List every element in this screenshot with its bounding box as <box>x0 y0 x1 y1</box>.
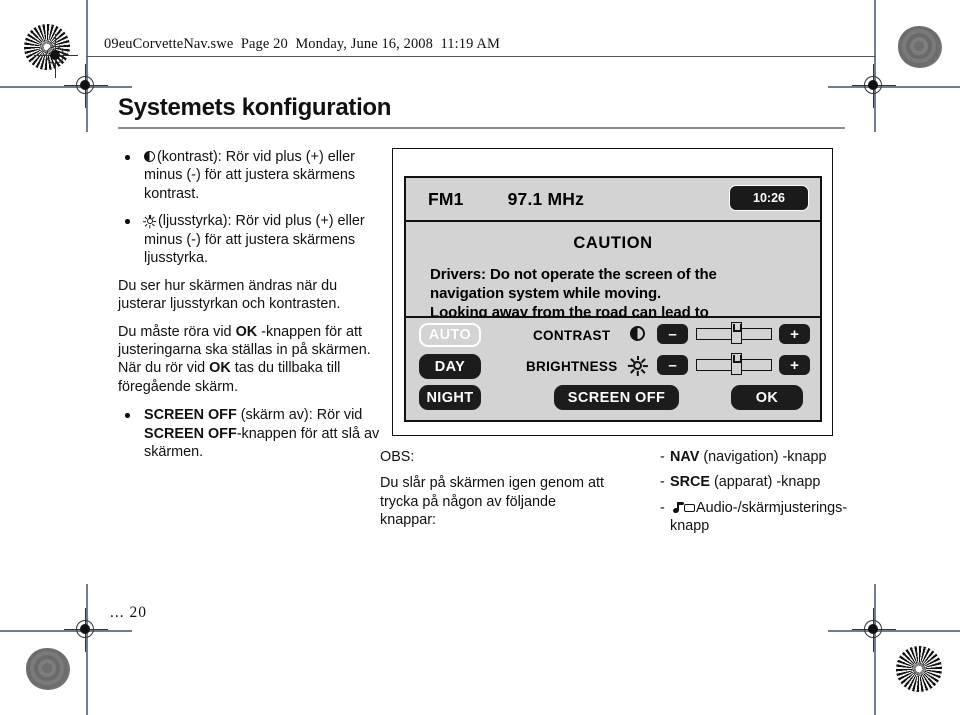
bullet-contrast-text: (kontrast): Rör vid plus (+) eller minus… <box>144 149 356 202</box>
nav-bold-label: NAV <box>670 449 700 465</box>
list-item-srce: - SRCE (apparat) -knapp <box>660 473 890 491</box>
caution-heading: CAUTION <box>573 234 653 252</box>
audio-rest-label-2: knapp <box>670 518 710 535</box>
crosshair-mark-1 <box>64 64 108 108</box>
paragraph-adjust-info: Du ser hur skärmen ändras när du justera… <box>118 277 341 313</box>
night-button[interactable]: NIGHT <box>419 385 481 410</box>
brightness-plus-button[interactable]: + <box>779 355 810 375</box>
title-underline-rule <box>118 127 845 129</box>
brightness-minus-button[interactable]: – <box>657 355 688 375</box>
srce-bold-label: SRCE <box>670 474 710 491</box>
paragraph-ok-info: Du måste röra vid OK -knappen för att ju… <box>118 323 384 397</box>
list-item-audio: - Audio-/skärmjusterings- knapp <box>660 499 890 536</box>
trim-mark-top-left-v <box>86 0 88 132</box>
trim-mark-top-right-h <box>828 86 960 88</box>
screen-top-bar: FM1 97.1 MHz 10:26 <box>406 178 820 222</box>
radio-frequency-label: 97.1 MHz <box>507 188 585 209</box>
contrast-label: CONTRAST <box>533 328 611 343</box>
screen-off-button[interactable]: SCREEN OFF <box>554 385 679 410</box>
obs-heading: OBS: <box>380 449 415 465</box>
print-header-text: 09euCorvetteNav.swe Page 20 Monday, June… <box>104 36 500 52</box>
obs-note-column: OBS: Du slår på skärmen igen genom att t… <box>380 448 610 530</box>
caution-line-1: Drivers: Do not operate the screen of th… <box>430 266 717 283</box>
clock-display: 10:26 <box>729 185 809 211</box>
trim-mark-top-left-h <box>0 86 132 88</box>
crosshair-mark-6 <box>34 34 78 78</box>
brightness-icon <box>143 214 157 228</box>
contrast-icon-panel <box>630 326 645 341</box>
ok-button[interactable]: OK <box>731 385 803 410</box>
caution-line-2: navigation system while moving. <box>430 285 662 303</box>
bullet-screen-off: SCREEN OFF (skärm av): Rör vid SCREEN OF… <box>118 406 384 461</box>
crosshair-mark-2 <box>38 38 82 82</box>
contrast-icon <box>144 151 155 162</box>
screen-off-b: (skärm av): Rör vid <box>236 407 363 424</box>
brightness-icon-panel <box>627 355 648 376</box>
trim-mark-bottom-right-h <box>828 630 960 632</box>
contrast-plus-button[interactable]: + <box>779 324 810 344</box>
page-number: ... 20 <box>110 604 147 621</box>
contrast-minus-button[interactable]: – <box>657 324 688 344</box>
trim-mark-top-right-v <box>874 0 876 132</box>
ok-para-a: Du måste röra vid <box>118 323 236 340</box>
contrast-slider[interactable] <box>696 322 772 344</box>
crosshair-mark-5 <box>852 608 896 652</box>
blob-target-bottom-left <box>26 648 70 690</box>
screen-off-bold-1: SCREEN OFF <box>144 407 237 424</box>
print-header-rule <box>86 56 876 58</box>
caution-body: Drivers: Do not operate the screen of th… <box>430 265 820 316</box>
left-text-column: (kontrast): Rör vid plus (+) eller minus… <box>118 148 384 471</box>
star-target-top-left <box>24 24 70 70</box>
caution-line-3-clipped: Looking away from the road can lead to <box>430 304 709 316</box>
ok-para-bold-1: OK <box>235 323 258 340</box>
day-button[interactable]: DAY <box>419 354 481 379</box>
star-target-bottom-right <box>896 646 942 692</box>
obs-body: Du slår på skärmen igen genom att trycka… <box>380 475 604 529</box>
display-settings-panel: AUTO DAY NIGHT SCREEN OFF OK CONTRAST BR… <box>406 316 820 420</box>
bullet-brightness: (ljusstyrka): Rör vid plus (+) eller min… <box>118 212 384 267</box>
crosshair-mark-3 <box>852 64 896 108</box>
brightness-label: BRIGHTNESS <box>526 359 618 374</box>
trim-mark-bottom-left-h <box>0 630 132 632</box>
list-dash-nav: - <box>660 449 665 465</box>
brightness-slider[interactable] <box>696 353 772 375</box>
page-title: Systemets konfiguration <box>118 94 392 121</box>
trim-mark-bottom-left-v <box>86 584 88 715</box>
caution-message-area: CAUTION Drivers: Do not operate the scre… <box>406 222 820 316</box>
crosshair-mark-4 <box>64 608 108 652</box>
blob-target-top-right <box>898 26 942 68</box>
srce-rest-label: (apparat) -knapp <box>709 474 821 491</box>
auto-button[interactable]: AUTO <box>419 323 481 347</box>
list-dash-audio: - <box>660 499 665 516</box>
ok-para-bold-2: OK <box>209 360 231 377</box>
audio-screen-icon <box>670 501 696 515</box>
radio-band-label: FM1 <box>428 188 464 209</box>
contrast-slider-thumb[interactable] <box>730 322 742 344</box>
list-dash-srce: - <box>660 474 665 491</box>
nav-rest-label: (navigation) -knapp <box>699 449 827 465</box>
navigation-screen-mockup: FM1 97.1 MHz 10:26 CAUTION Drivers: Do n… <box>404 176 822 422</box>
screen-off-bold-2: SCREEN OFF <box>144 425 237 442</box>
list-item-nav: - NAV (navigation) -knapp <box>660 448 890 466</box>
trim-mark-bottom-right-v <box>874 584 876 715</box>
button-list-column: - NAV (navigation) -knapp - SRCE (apparat)… <box>660 448 890 543</box>
brightness-slider-thumb[interactable] <box>730 353 742 375</box>
bullet-contrast: (kontrast): Rör vid plus (+) eller minus… <box>118 148 384 203</box>
audio-rest-label: Audio-/skärmjusterings- <box>696 499 848 516</box>
bullet-brightness-text: (ljusstyrka): Rör vid plus (+) eller min… <box>144 213 365 267</box>
